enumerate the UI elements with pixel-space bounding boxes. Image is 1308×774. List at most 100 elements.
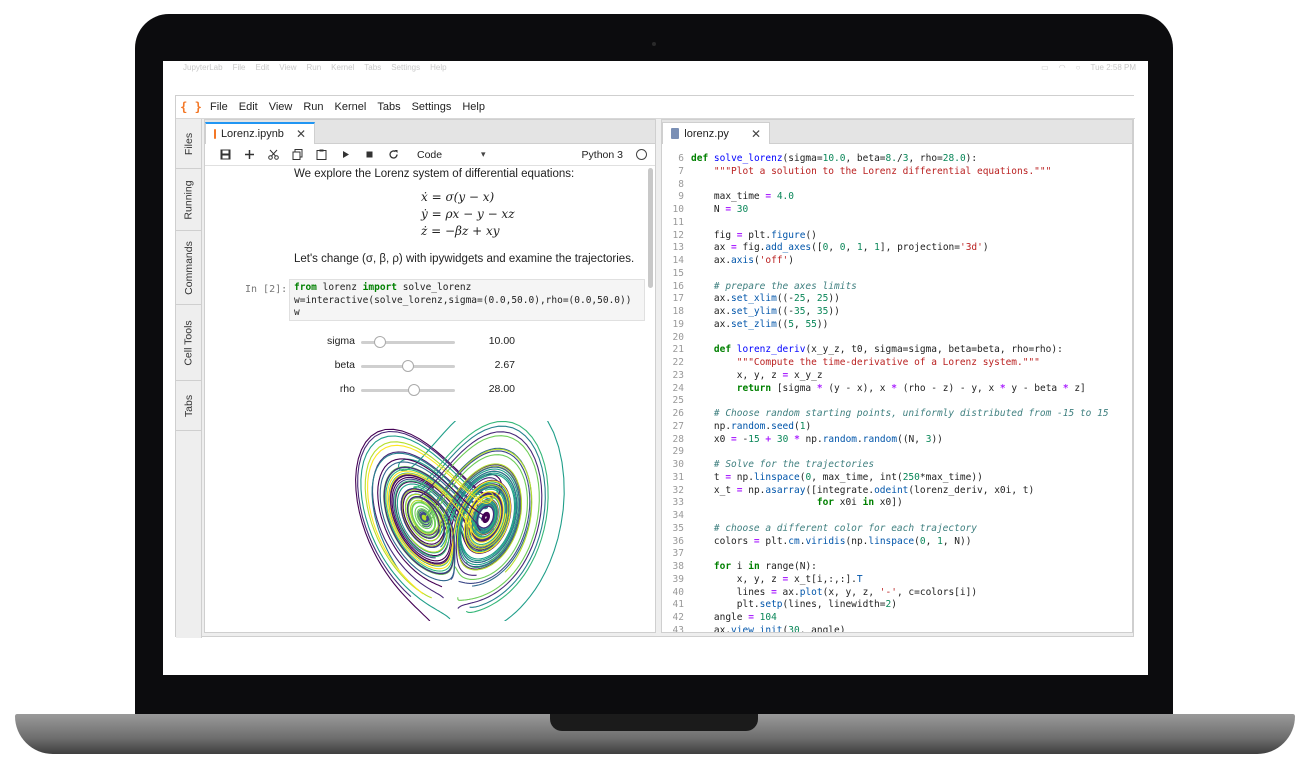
laptop-notch [550,714,758,731]
slider-label: sigma [326,335,355,347]
code-text: solve_lorenz [396,282,472,293]
cut-button[interactable] [261,146,285,164]
stop-icon [366,151,372,158]
copy-button[interactable] [285,146,309,164]
paste-icon [316,149,326,160]
slider-value[interactable]: 28.00 [475,383,515,395]
menu-clock[interactable]: Tue 2:58 PM [1090,63,1136,72]
menu-settings[interactable]: Settings [412,101,452,113]
tab-lorenz-notebook[interactable]: Lorenz.ipynb ✕ [205,122,315,144]
slider-handle[interactable] [407,384,420,396]
notebook-panel: Lorenz.ipynb ✕ Code ▾ Python 3 We explor… [204,119,656,633]
mac-menu-file[interactable]: File [233,63,246,72]
slider-sigma: sigma 10.00 [305,333,515,351]
code-lines: def solve_lorenz(sigma=10.0, beta=8./3, … [691,153,1109,632]
save-icon [220,149,230,160]
lorenz-attractor-plot [355,421,565,621]
save-button[interactable] [213,146,237,164]
spotlight-icon[interactable]: ○ [1076,63,1081,72]
menu-file[interactable]: File [210,101,228,113]
screen: JupyterLab File Edit View Run Kernel Tab… [163,61,1148,675]
lab-menubar: { } File Edit View Run Kernel Tabs Setti… [176,96,1135,119]
slider-value[interactable]: 10.00 [475,335,515,347]
run-icon [342,151,349,158]
side-tab-label: Commands [183,240,195,295]
battery-icon[interactable]: ▭ [1041,63,1049,72]
side-tab-commands[interactable]: Commands [176,231,202,305]
menu-kernel[interactable]: Kernel [335,101,367,113]
slider-value[interactable]: 2.67 [475,359,515,371]
left-sidebar-tabs: Files Running Commands Cell Tools Tabs [176,119,202,638]
side-tab-files[interactable]: Files [176,119,202,169]
run-button[interactable] [333,146,357,164]
paste-button[interactable] [309,146,333,164]
notebook-tabbar: Lorenz.ipynb ✕ [205,120,655,144]
menu-run[interactable]: Run [303,101,323,113]
input-prompt: In [2]: [245,284,288,295]
code-keyword: import [362,282,397,293]
wifi-icon[interactable]: ◠ [1059,63,1066,72]
close-icon[interactable]: ✕ [296,127,306,141]
slider-beta: beta 2.67 [305,357,515,375]
tab-label: lorenz.py [684,127,729,140]
code-editor[interactable]: 6 7 8 9 10 11 12 13 14 15 16 17 18 19 20… [662,145,1132,632]
camera [652,42,656,46]
equation-3: ż = −βz + xy [421,224,500,238]
slider-handle[interactable] [373,336,386,348]
kernel-status-icon [636,149,647,160]
file-icon [671,128,680,139]
close-icon[interactable]: ✕ [751,127,761,141]
slider-label: beta [334,359,355,371]
menu-help[interactable]: Help [462,101,485,113]
cut-icon [267,149,279,160]
code-keyword: from [294,282,317,293]
code-line-2: w=interactive(solve_lorenz,sigma=(0.0,50… [294,294,632,306]
mac-menubar: JupyterLab File Edit View Run Kernel Tab… [163,61,1148,74]
code-text: lorenz [316,282,363,293]
markdown-change-text: Let's change (σ, β, ρ) with ipywidgets a… [294,253,635,265]
side-tab-label: Files [182,132,195,155]
restart-icon [388,150,398,159]
equation-1: ẋ = σ(y − x) [421,190,495,204]
mac-menu-kernel[interactable]: Kernel [331,63,354,72]
mac-menu-app[interactable]: JupyterLab [183,63,223,72]
jupyterlab-window: { } File Edit View Run Kernel Tabs Setti… [175,95,1135,638]
notebook-scrollbar[interactable] [648,168,653,288]
mac-menu-settings[interactable]: Settings [391,63,420,72]
chevron-down-icon[interactable]: ▾ [481,149,486,160]
equation-2: ẏ = ρx − y − xz [421,207,515,221]
kernel-name[interactable]: Python 3 [582,149,623,161]
menu-edit[interactable]: Edit [239,101,258,113]
side-tab-tabs[interactable]: Tabs [176,381,202,431]
slider-rho: rho 28.00 [305,381,515,399]
insert-cell-button[interactable] [237,146,261,164]
tab-lorenz-py[interactable]: lorenz.py ✕ [662,122,770,144]
add-icon [244,150,254,159]
tab-label: Lorenz.ipynb [220,128,284,140]
mac-menu-run[interactable]: Run [306,63,321,72]
mac-menu-tabs[interactable]: Tabs [364,63,381,72]
slider-label: rho [339,383,355,395]
mac-menu-edit[interactable]: Edit [255,63,269,72]
copy-icon [292,149,302,160]
restart-button[interactable] [381,146,405,164]
mac-menu-help[interactable]: Help [430,63,446,72]
code-line-3: w [294,307,300,318]
cell-type-select[interactable]: Code [417,149,481,161]
line-numbers: 6 7 8 9 10 11 12 13 14 15 16 17 18 19 20… [672,153,684,632]
mac-status-area: ▭ ◠ ○ Tue 2:58 PM [1041,61,1136,74]
side-tab-cell-tools[interactable]: Cell Tools [176,305,202,381]
notebook-icon [214,129,221,139]
menu-view[interactable]: View [269,101,293,113]
side-tab-running[interactable]: Running [176,169,202,231]
stop-button[interactable] [357,146,381,164]
side-tab-label: Running [183,179,195,220]
menu-tabs[interactable]: Tabs [377,101,400,113]
editor-panel: lorenz.py ✕ 6 7 8 9 10 11 12 13 14 15 16… [661,119,1133,633]
side-tab-label: Tabs [183,394,195,417]
mac-menu-view[interactable]: View [279,63,296,72]
code-cell[interactable]: from lorenz import solve_lorenz w=intera… [289,279,645,321]
notebook-toolbar: Code ▾ Python 3 [205,144,655,166]
slider-handle[interactable] [402,360,414,372]
jupyter-logo-icon: { } [180,100,202,114]
